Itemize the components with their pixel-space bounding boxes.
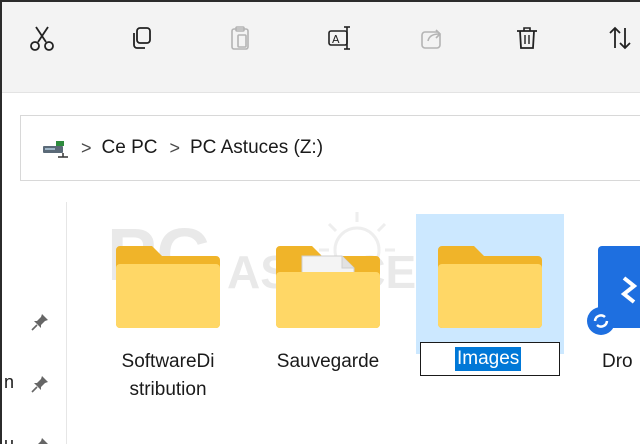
nav-item-label[interactable]: n [4, 372, 14, 393]
breadcrumb-item-drive[interactable]: PC Astuces (Z:) [190, 137, 323, 159]
delete-icon [517, 27, 537, 49]
pin-icon[interactable] [30, 374, 50, 394]
delete-button[interactable] [505, 16, 549, 60]
copy-button[interactable] [120, 16, 164, 60]
pin-icon[interactable] [30, 312, 50, 332]
cut-button[interactable] [20, 16, 64, 60]
breadcrumb-separator: > [81, 137, 92, 158]
address-bar[interactable]: > Ce PC > PC Astuces (Z:) [20, 115, 640, 181]
copy-icon [133, 27, 151, 49]
folder-with-document-icon [276, 246, 380, 328]
rename-icon: A [328, 26, 350, 50]
network-drive-icon [43, 141, 68, 158]
folder-item[interactable]: Sauvegarde [254, 214, 402, 414]
breadcrumb-item-this-pc[interactable]: Ce PC [102, 137, 158, 159]
share-button[interactable] [410, 16, 454, 60]
rename-button[interactable]: A [318, 16, 362, 60]
folder-item-selected[interactable]: Images [416, 214, 564, 414]
folder-name: Sauvegarde [276, 351, 380, 372]
folder-name: SoftwareDi stribution [121, 351, 215, 400]
cloud-folder-item[interactable]: Dro [584, 214, 640, 414]
folder-icon [438, 246, 542, 328]
svg-text:A: A [332, 33, 340, 46]
folder-icon [116, 246, 220, 328]
sort-button[interactable] [598, 16, 640, 60]
folder-item[interactable]: SoftwareDi stribution [94, 214, 242, 414]
sort-icon [609, 26, 631, 50]
sync-icon [587, 307, 615, 335]
cut-icon [30, 26, 54, 51]
navigation-pane: n u [2, 202, 67, 444]
nav-item-label[interactable]: u [4, 434, 14, 444]
breadcrumb-separator: > [169, 137, 180, 158]
paste-icon [231, 26, 249, 50]
share-icon [421, 29, 442, 49]
command-bar: A [2, 2, 640, 93]
rename-input[interactable]: Images [420, 342, 560, 376]
file-explorer-window: A > Ce PC > PC Astuces (Z:) n u Software… [0, 0, 640, 444]
paste-button[interactable] [218, 16, 262, 60]
pin-icon[interactable] [30, 436, 50, 444]
rename-selected-text: Images [455, 347, 522, 371]
folder-name: Dro [602, 351, 633, 372]
